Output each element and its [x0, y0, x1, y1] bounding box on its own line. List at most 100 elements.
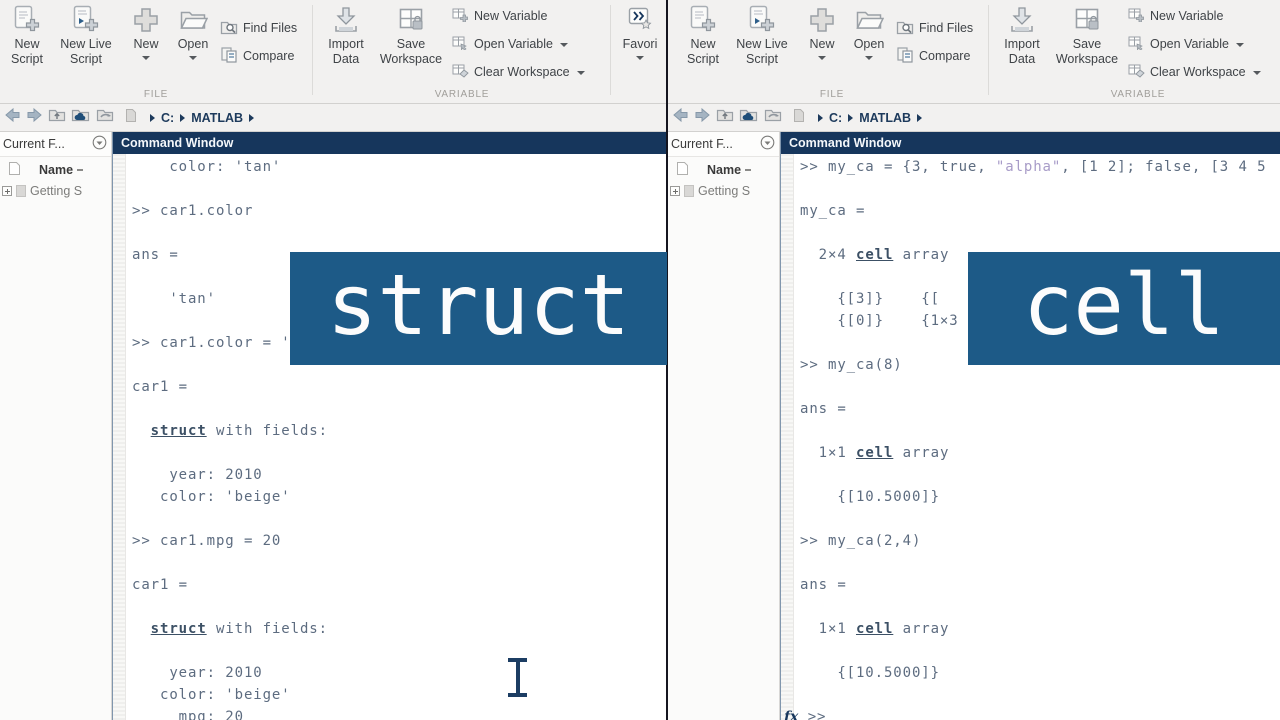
- chevron-down-icon: [865, 56, 873, 60]
- find-files-button[interactable]: Find Files: [896, 16, 973, 40]
- open-button[interactable]: Open: [848, 5, 890, 60]
- compare-button[interactable]: Compare: [220, 44, 294, 68]
- cw-line: [132, 398, 666, 420]
- left-cw-lines[interactable]: color: 'tan'>> car1.colorans = 'tan'>> c…: [113, 154, 666, 720]
- import-data-label: Import Data: [998, 37, 1046, 67]
- cw-line: car1 =: [132, 376, 666, 398]
- cw-line: [132, 508, 666, 530]
- cw-line: ans =: [800, 574, 1280, 596]
- chevron-down-icon: [560, 43, 568, 47]
- clear-workspace-button[interactable]: Clear Workspace: [452, 60, 585, 84]
- clear-workspace-icon: [452, 63, 469, 81]
- new-script-button[interactable]: New Script: [680, 5, 726, 67]
- text-cursor-ibeam: [507, 658, 528, 697]
- breadcrumb-arrow-icon: [180, 114, 185, 122]
- save-workspace-label: Save Workspace: [1052, 37, 1122, 67]
- find-files-button[interactable]: Find Files: [220, 16, 297, 40]
- struct-overlay-label: struct: [327, 263, 630, 355]
- cw-line: [800, 222, 1280, 244]
- expand-icon[interactable]: [670, 186, 680, 196]
- new-live-script-button[interactable]: New Live Script: [54, 5, 118, 67]
- favorites-button[interactable]: Favori: [618, 5, 662, 60]
- compare-button[interactable]: Compare: [896, 44, 970, 68]
- struct-overlay: struct: [290, 252, 667, 365]
- folder-icon: [684, 185, 694, 197]
- back-icon[interactable]: [4, 107, 21, 128]
- sort-indicator-icon: [77, 169, 83, 171]
- cw-line: >> my_ca = {3, true, "alpha", [1 2]; fal…: [800, 156, 1280, 178]
- cw-line: [132, 596, 666, 618]
- open-variable-button[interactable]: Open Variable: [1128, 32, 1244, 56]
- new-script-button[interactable]: New Script: [4, 5, 50, 67]
- forward-icon[interactable]: [26, 107, 43, 128]
- cw-line: 1×1 cell array: [800, 618, 1280, 640]
- folder-up-icon[interactable]: [48, 107, 66, 128]
- new-variable-button[interactable]: New Variable: [452, 4, 547, 28]
- back-icon[interactable]: [672, 107, 689, 128]
- new-script-label: New Script: [4, 37, 50, 67]
- folder-cloud-icon[interactable]: [71, 107, 90, 128]
- cw-line: [800, 376, 1280, 398]
- folder-cloud-icon[interactable]: [739, 107, 758, 128]
- address-bar: C: MATLAB: [668, 104, 1280, 132]
- save-workspace-label: Save Workspace: [376, 37, 446, 67]
- ribbon-separator: [610, 5, 611, 95]
- command-window-titlebar[interactable]: Command Window: [113, 132, 666, 154]
- breadcrumb-folder[interactable]: MATLAB: [191, 111, 243, 125]
- sidebar-item-label: Getting S: [698, 184, 750, 198]
- save-workspace-button[interactable]: Save Workspace: [1052, 5, 1122, 67]
- sort-indicator-icon: [745, 169, 751, 171]
- file-group-label: FILE: [676, 89, 988, 100]
- import-data-button[interactable]: Import Data: [322, 5, 370, 67]
- cw-line: struct with fields:: [132, 420, 666, 442]
- current-folder-header[interactable]: Current F...: [0, 132, 111, 157]
- import-data-button[interactable]: Import Data: [998, 5, 1046, 67]
- current-folder-header[interactable]: Current F...: [668, 132, 779, 157]
- open-button[interactable]: Open: [172, 5, 214, 60]
- folder-search-icon[interactable]: [763, 107, 782, 128]
- breadcrumb-drive[interactable]: C:: [829, 111, 842, 125]
- new-button[interactable]: New: [802, 5, 842, 60]
- clear-workspace-label: Clear Workspace: [1150, 65, 1246, 79]
- breadcrumb-drive[interactable]: C:: [161, 111, 174, 125]
- panel-menu-icon[interactable]: [760, 135, 775, 153]
- compare-label: Compare: [919, 49, 970, 63]
- new-variable-label: New Variable: [1150, 9, 1223, 23]
- folder-search-icon[interactable]: [95, 107, 114, 128]
- new-script-icon: [4, 5, 50, 37]
- cw-line: {[10.5000]}: [800, 486, 1280, 508]
- new-live-script-button[interactable]: New Live Script: [730, 5, 794, 67]
- new-button[interactable]: New: [126, 5, 166, 60]
- compare-icon: [220, 46, 238, 67]
- clear-workspace-button[interactable]: Clear Workspace: [1128, 60, 1261, 84]
- sidebar-item-getting-started[interactable]: Getting S: [668, 182, 779, 200]
- command-window-titlebar[interactable]: Command Window: [781, 132, 1280, 154]
- cw-line: color: 'tan': [132, 156, 666, 178]
- breadcrumb-arrow-icon: [249, 114, 254, 122]
- chevron-down-icon: [1253, 71, 1261, 75]
- panel-menu-icon[interactable]: [92, 135, 107, 153]
- save-workspace-button[interactable]: Save Workspace: [376, 5, 446, 67]
- ribbon-toolbar: New Script New Live Script New Open: [668, 0, 1280, 104]
- open-variable-button[interactable]: Open Variable: [452, 32, 568, 56]
- new-variable-label: New Variable: [474, 9, 547, 23]
- right-cw-lines[interactable]: >> my_ca = {3, true, "alpha", [1 2]; fal…: [781, 154, 1280, 720]
- open-variable-label: Open Variable: [1150, 37, 1229, 51]
- new-variable-button[interactable]: New Variable: [1128, 4, 1223, 28]
- breadcrumb-folder[interactable]: MATLAB: [859, 111, 911, 125]
- cw-line: [800, 178, 1280, 200]
- sidebar-item-getting-started[interactable]: Getting S: [0, 182, 111, 200]
- variable-group-label: VARIABLE: [992, 89, 1280, 100]
- name-column-header[interactable]: Name: [668, 157, 779, 182]
- name-column-header[interactable]: Name: [0, 157, 111, 182]
- expand-icon[interactable]: [2, 186, 12, 196]
- name-column-label: Name: [707, 163, 741, 177]
- cell-overlay-label: cell: [1023, 263, 1225, 355]
- find-files-label: Find Files: [243, 21, 297, 35]
- folder-up-icon[interactable]: [716, 107, 734, 128]
- cw-line: ans =: [800, 398, 1280, 420]
- cw-line: [800, 552, 1280, 574]
- forward-icon[interactable]: [694, 107, 711, 128]
- cw-line: car1 =: [132, 574, 666, 596]
- ribbon-toolbar: New Script New Live Script New Open: [0, 0, 666, 104]
